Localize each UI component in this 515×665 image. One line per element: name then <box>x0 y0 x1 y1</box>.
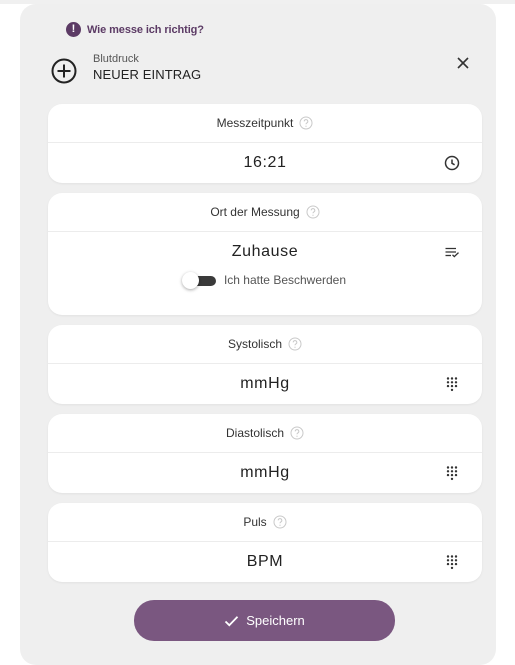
clock-icon[interactable] <box>444 155 460 171</box>
keypad-icon[interactable] <box>444 465 460 481</box>
diastolic-label: Diastolisch <box>225 426 285 440</box>
systolic-input[interactable]: mmHg <box>48 364 482 404</box>
checkmark-icon <box>225 615 239 626</box>
entry-category: Blutdruck <box>93 53 139 65</box>
how-to-measure-label: Wie messe ich richtig? <box>87 23 204 36</box>
entry-title: NEUER EINTRAG <box>93 67 202 82</box>
systolic-card-header: Systolisch <box>48 325 482 364</box>
pulse-card: Puls BPM <box>48 503 482 582</box>
exclamation-circle-icon: ! <box>66 22 81 37</box>
pulse-input[interactable]: BPM <box>48 542 482 582</box>
close-icon[interactable] <box>456 56 470 70</box>
time-card-header: Messzeitpunkt <box>48 104 482 143</box>
diastolic-card-header: Diastolisch <box>48 414 482 453</box>
diastolic-unit: mmHg <box>240 464 290 481</box>
entry-header: Blutdruck NEUER EINTRAG <box>93 53 201 83</box>
time-card: Messzeitpunkt 16:21 <box>48 104 482 183</box>
diastolic-input[interactable]: mmHg <box>48 453 482 493</box>
list-check-icon[interactable] <box>444 244 460 260</box>
location-select[interactable]: Zuhause <box>48 232 482 272</box>
save-button[interactable]: Speichern <box>134 600 395 641</box>
pulse-card-header: Puls <box>48 503 482 542</box>
location-card-header: Ort der Messung <box>48 193 482 232</box>
location-card: Ort der Messung Zuhause Ich hatte Beschw… <box>48 193 482 315</box>
keypad-icon[interactable] <box>444 554 460 570</box>
diastolic-card: Diastolisch mmHg <box>48 414 482 493</box>
help-icon[interactable] <box>273 515 287 529</box>
complaints-toggle[interactable] <box>181 272 218 289</box>
complaints-toggle-row: Ich hatte Beschwerden <box>48 270 482 290</box>
add-circle-icon <box>51 58 77 84</box>
systolic-unit: mmHg <box>240 375 290 392</box>
time-input[interactable]: 16:21 <box>48 143 482 183</box>
keypad-icon[interactable] <box>444 376 460 392</box>
toggle-thumb <box>181 272 199 289</box>
systolic-label: Systolisch <box>227 337 283 351</box>
systolic-card: Systolisch mmHg <box>48 325 482 404</box>
pulse-label: Puls <box>243 515 267 529</box>
location-label: Ort der Messung <box>210 205 300 219</box>
time-label: Messzeitpunkt <box>216 116 294 130</box>
location-value: Zuhause <box>231 243 299 260</box>
complaints-label: Ich hatte Beschwerden <box>223 273 347 287</box>
help-icon[interactable] <box>299 116 313 130</box>
pulse-unit: BPM <box>246 553 284 570</box>
time-value: 16:21 <box>243 154 287 171</box>
help-icon[interactable] <box>290 426 304 440</box>
help-icon[interactable] <box>288 337 302 351</box>
how-to-measure-link[interactable]: ! Wie messe ich richtig? <box>66 22 204 37</box>
save-button-label: Speichern <box>246 613 305 628</box>
help-icon[interactable] <box>306 205 320 219</box>
